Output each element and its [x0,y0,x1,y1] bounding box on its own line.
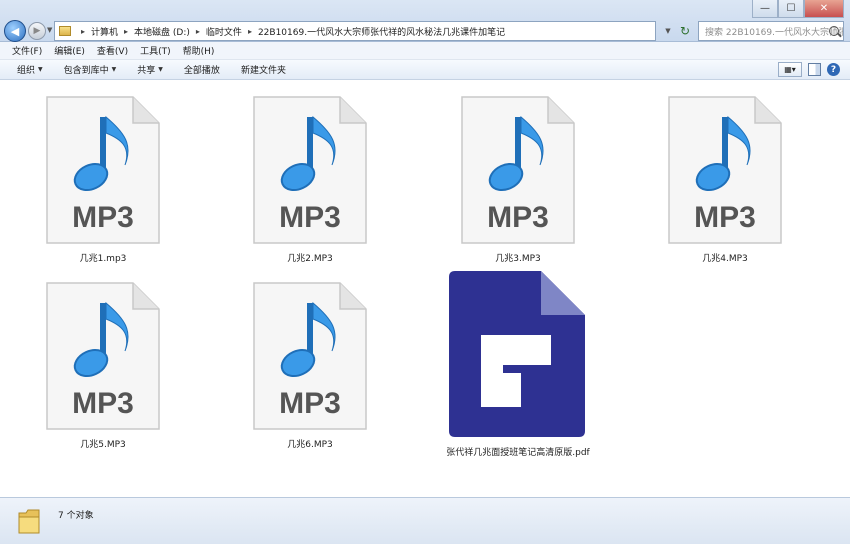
mp3-icon-label: MP3 [694,201,756,234]
folder-icon [18,507,40,535]
file-name[interactable]: 几兆5.MP3 [80,437,126,450]
help-icon[interactable]: ? [827,63,840,76]
toolbar-right-group: ▦▾ ? [778,62,840,77]
include-label: 包含到库中 [63,66,109,76]
new-folder-button[interactable]: 新建文件夹 [234,63,293,76]
breadcrumb-drive[interactable]: 本地磁盘 (D:) [134,25,190,38]
file-name[interactable]: 张代祥几兆面授班笔记高清原版.pdf [446,445,589,458]
chevron-right-icon[interactable]: ▸ [81,27,85,36]
mp3-icon-label: MP3 [279,201,341,234]
file-item[interactable]: MP3 几兆1.mp3 [13,95,193,264]
share-label: 共享 [137,66,156,76]
search-placeholder: 搜索 22B10169.一代风水大宗师张代... [705,27,843,38]
minimize-button[interactable]: — [752,0,778,18]
refresh-button[interactable]: ↻ [675,21,695,41]
file-item[interactable]: MP3 几兆2.MP3 [220,95,400,264]
chevron-right-icon[interactable]: ▸ [196,27,200,36]
item-count: 7 个对象 [58,510,94,521]
breadcrumb-computer[interactable]: 计算机 [91,25,118,38]
organize-label: 组织 [17,66,36,76]
new-folder-label: 新建文件夹 [240,66,286,76]
breadcrumb-current-folder[interactable]: 22B10169.一代风水大宗师张代祥的风水秘法几兆课件加笔记 [258,25,505,38]
mp3-file-icon: MP3 [667,95,783,245]
organize-button[interactable]: 组织 ▼ [10,63,50,76]
file-name[interactable]: 几兆6.MP3 [287,437,333,450]
file-item[interactable]: MP3 几兆5.MP3 [13,281,193,450]
mp3-icon-label: MP3 [487,201,549,234]
mp3-file-icon: MP3 [460,95,576,245]
mp3-file-icon: MP3 [252,95,368,245]
chevron-right-icon[interactable]: ▸ [124,27,128,36]
chevron-right-icon[interactable]: ▸ [248,27,252,36]
view-options-icon: ▦▾ [784,65,796,74]
close-button[interactable]: ✕ [804,0,844,18]
address-dropdown-button[interactable]: ▼ [660,21,676,41]
search-input[interactable]: 搜索 22B10169.一代风水大宗师张代... [698,21,844,41]
change-view-button[interactable]: ▦▾ [778,62,802,77]
command-toolbar: 组织 ▼ 包含到库中 ▼ 共享 ▼ 全部播放 新建文件夹 ▦▾ ? [0,60,850,80]
include-in-library-button[interactable]: 包含到库中 ▼ [57,63,124,76]
share-button[interactable]: 共享 ▼ [130,63,170,76]
menu-view[interactable]: 查看(V) [91,44,134,57]
preview-pane-icon[interactable] [808,63,821,76]
arrow-right-icon: ▶ [33,26,41,36]
back-button[interactable]: ◀ [4,20,26,42]
menu-edit[interactable]: 编辑(E) [48,44,91,57]
chevron-down-icon: ▼ [38,66,43,73]
recent-pages-dropdown[interactable]: ▼ [47,26,52,34]
address-bar[interactable]: ▸ 计算机 ▸ 本地磁盘 (D:) ▸ 临时文件 ▸ 22B10169.一代风水… [54,21,656,41]
mp3-file-icon: MP3 [45,281,161,431]
menu-file[interactable]: 文件(F) [6,44,48,57]
chevron-down-icon: ▼ [158,66,163,73]
mp3-icon-label: MP3 [72,387,134,420]
file-name[interactable]: 几兆3.MP3 [495,251,541,264]
refresh-icon: ↻ [679,24,691,38]
title-bar: — ☐ ✕ ◀ ▶ ▼ ▸ 计算机 ▸ 本地磁盘 (D:) ▸ 临时文件 ▸ 2… [0,0,850,42]
mp3-icon-label: MP3 [72,201,134,234]
menu-bar: 文件(F) 编辑(E) 查看(V) 工具(T) 帮助(H) [0,42,850,60]
chevron-down-icon: ▼ [111,66,117,73]
play-all-label: 全部播放 [183,66,220,76]
menu-help[interactable]: 帮助(H) [177,44,221,57]
pdf-file-icon [447,269,589,439]
play-all-button[interactable]: 全部播放 [177,63,227,76]
file-name[interactable]: 几兆1.mp3 [80,251,127,264]
file-item[interactable]: MP3 几兆6.MP3 [220,281,400,450]
file-item[interactable]: 张代祥几兆面授班笔记高清原版.pdf [428,269,608,458]
window-controls: — ☐ ✕ [752,0,844,18]
breadcrumb-temp-folder[interactable]: 临时文件 [206,25,242,38]
file-item[interactable]: MP3 几兆4.MP3 [635,95,815,264]
file-name[interactable]: 几兆2.MP3 [287,251,333,264]
folder-icon [59,26,71,36]
search-icon[interactable] [829,26,839,36]
menu-tools[interactable]: 工具(T) [134,44,177,57]
mp3-file-icon: MP3 [45,95,161,245]
file-name[interactable]: 几兆4.MP3 [702,251,748,264]
arrow-left-icon: ◀ [10,24,20,38]
mp3-icon-label: MP3 [279,387,341,420]
forward-button[interactable]: ▶ [28,22,46,40]
mp3-file-icon: MP3 [252,281,368,431]
file-item[interactable]: MP3 几兆3.MP3 [428,95,608,264]
file-list: MP3 几兆1.mp3 MP3 几兆2.MP3 MP3 几兆3.MP3 MP3 … [0,81,850,496]
status-bar: 7 个对象 [0,497,850,544]
maximize-button[interactable]: ☐ [778,0,804,18]
